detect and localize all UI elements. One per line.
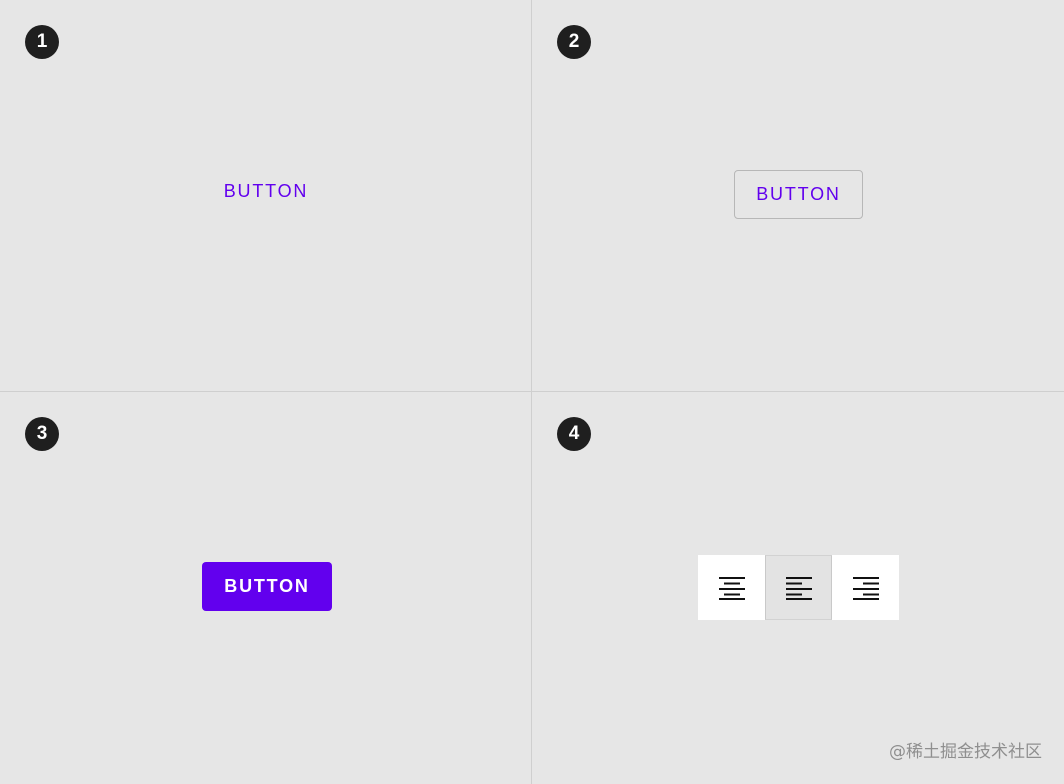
panel-toggle-button: 4 @稀土掘金技术社区 xyxy=(532,392,1064,784)
alignment-toggle-group xyxy=(698,555,899,620)
align-right-toggle[interactable] xyxy=(832,555,899,620)
format-align-center-icon xyxy=(718,576,745,600)
step-badge: 3 xyxy=(25,417,59,451)
panel-outlined-button: 2 BUTTON xyxy=(532,0,1064,391)
step-badge: 4 xyxy=(557,417,591,451)
panel-text-button: 1 BUTTON xyxy=(0,0,531,391)
step-badge: 1 xyxy=(25,25,59,59)
text-button[interactable]: BUTTON xyxy=(221,176,311,206)
watermark: @稀土掘金技术社区 xyxy=(889,742,1042,762)
outlined-button[interactable]: BUTTON xyxy=(734,170,863,219)
step-badge: 2 xyxy=(557,25,591,59)
format-align-right-icon xyxy=(852,576,879,600)
align-left-toggle[interactable] xyxy=(765,555,832,620)
vertical-divider xyxy=(531,0,532,784)
format-align-left-icon xyxy=(785,576,812,600)
align-center-toggle[interactable] xyxy=(698,555,765,620)
horizontal-divider xyxy=(0,391,1064,392)
panel-contained-button: 3 BUTTON xyxy=(0,392,531,784)
contained-button[interactable]: BUTTON xyxy=(202,562,332,611)
